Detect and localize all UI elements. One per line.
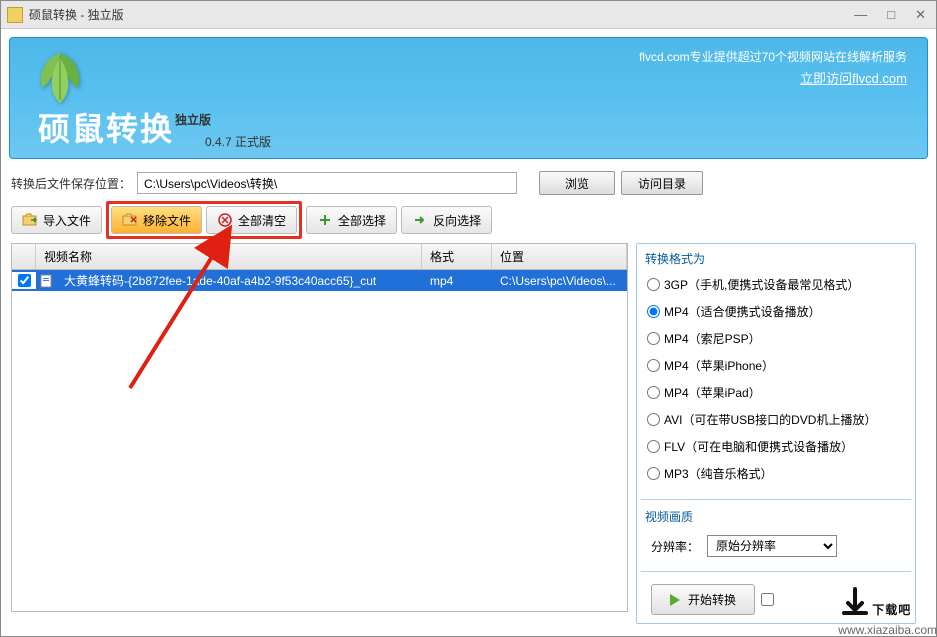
save-path-input[interactable] — [137, 172, 517, 194]
remove-file-label: 移除文件 — [143, 212, 191, 229]
table-row[interactable]: 大黄蜂转码-{2b872fee-1ade-40af-a4b2-9f53c40ac… — [12, 270, 627, 291]
row-checkbox[interactable] — [18, 274, 31, 287]
format-option-mp3[interactable]: MP3（纯音乐格式） — [645, 460, 907, 487]
format-option-mp4-psp[interactable]: MP4（索尼PSP） — [645, 325, 907, 352]
invert-selection-button[interactable]: 反向选择 — [401, 206, 492, 234]
start-convert-label: 开始转换 — [688, 591, 736, 608]
import-file-label: 导入文件 — [43, 212, 91, 229]
arrow-right-icon — [412, 212, 428, 228]
cell-location: C:\Users\pc\Videos\... — [492, 272, 627, 290]
start-convert-button[interactable]: 开始转换 — [651, 584, 755, 615]
cell-format: mp4 — [422, 272, 492, 290]
browse-button[interactable]: 浏览 — [539, 171, 615, 195]
format-option-mp4[interactable]: MP4（适合便携式设备播放） — [645, 298, 907, 325]
format-option-flv[interactable]: FLV（可在电脑和便携式设备播放） — [645, 433, 907, 460]
cell-name: 大黄蜂转码-{2b872fee-1ade-40af-a4b2-9f53c40ac… — [56, 270, 422, 291]
column-name[interactable]: 视频名称 — [36, 244, 422, 269]
maximize-button[interactable]: □ — [883, 7, 899, 23]
file-icon — [36, 274, 56, 288]
remove-file-button[interactable]: 移除文件 — [111, 206, 202, 234]
open-folder-button[interactable]: 访问目录 — [621, 171, 703, 195]
format-option-avi[interactable]: AVI（可在带USB接口的DVD机上播放） — [645, 406, 907, 433]
visit-link[interactable]: 立即访问flvcd.com — [800, 68, 907, 87]
plus-icon — [317, 212, 333, 228]
minimize-button[interactable]: — — [850, 7, 871, 23]
highlighted-remove-buttons: 移除文件 全部清空 — [106, 201, 302, 239]
play-icon — [670, 594, 680, 606]
titlebar: 硕鼠转换 - 独立版 — □ ✕ — [1, 1, 936, 29]
format-option-mp4-iphone[interactable]: MP4（苹果iPhone） — [645, 352, 907, 379]
select-all-label: 全部选择 — [338, 212, 386, 229]
window-title: 硕鼠转换 - 独立版 — [29, 6, 850, 23]
format-radio-list: 3GP（手机,便携式设备最常见格式） MP4（适合便携式设备播放） MP4（索尼… — [641, 269, 911, 495]
column-format[interactable]: 格式 — [422, 244, 492, 269]
format-option-mp4-ipad[interactable]: MP4（苹果iPad） — [645, 379, 907, 406]
table-header: 视频名称 格式 位置 — [11, 243, 628, 270]
select-all-button[interactable]: 全部选择 — [306, 206, 397, 234]
leaf-logo-icon — [30, 48, 90, 108]
import-file-button[interactable]: 导入文件 — [11, 206, 102, 234]
format-group-title: 转换格式为 — [641, 248, 911, 269]
save-path-label: 转换后文件保存位置： — [11, 175, 131, 192]
clear-all-label: 全部清空 — [238, 212, 286, 229]
invert-selection-label: 反向选择 — [433, 212, 481, 229]
edition-label: 独立版 — [175, 111, 211, 128]
header-banner: flvcd.com专业提供超过70个视频网站在线解析服务 立即访问flvcd.c… — [9, 37, 928, 159]
unknown-checkbox[interactable] — [761, 593, 774, 606]
folder-remove-icon — [122, 212, 138, 228]
version-label: 0.4.7 正式版 — [205, 133, 271, 150]
quality-group-title: 视频画质 — [641, 506, 911, 527]
app-title: 硕鼠转换 — [38, 104, 174, 150]
app-icon — [7, 7, 23, 23]
column-location[interactable]: 位置 — [492, 244, 627, 269]
folder-import-icon — [22, 212, 38, 228]
format-option-3gp[interactable]: 3GP（手机,便携式设备最常见格式） — [645, 271, 907, 298]
clear-icon — [217, 212, 233, 228]
close-button[interactable]: ✕ — [911, 7, 930, 23]
resolution-label: 分辨率： — [651, 538, 699, 555]
table-body: 大黄蜂转码-{2b872fee-1ade-40af-a4b2-9f53c40ac… — [11, 270, 628, 612]
promo-text: flvcd.com专业提供超过70个视频网站在线解析服务 — [639, 48, 907, 65]
clear-all-button[interactable]: 全部清空 — [206, 206, 297, 234]
resolution-select[interactable]: 原始分辨率 — [707, 535, 837, 557]
